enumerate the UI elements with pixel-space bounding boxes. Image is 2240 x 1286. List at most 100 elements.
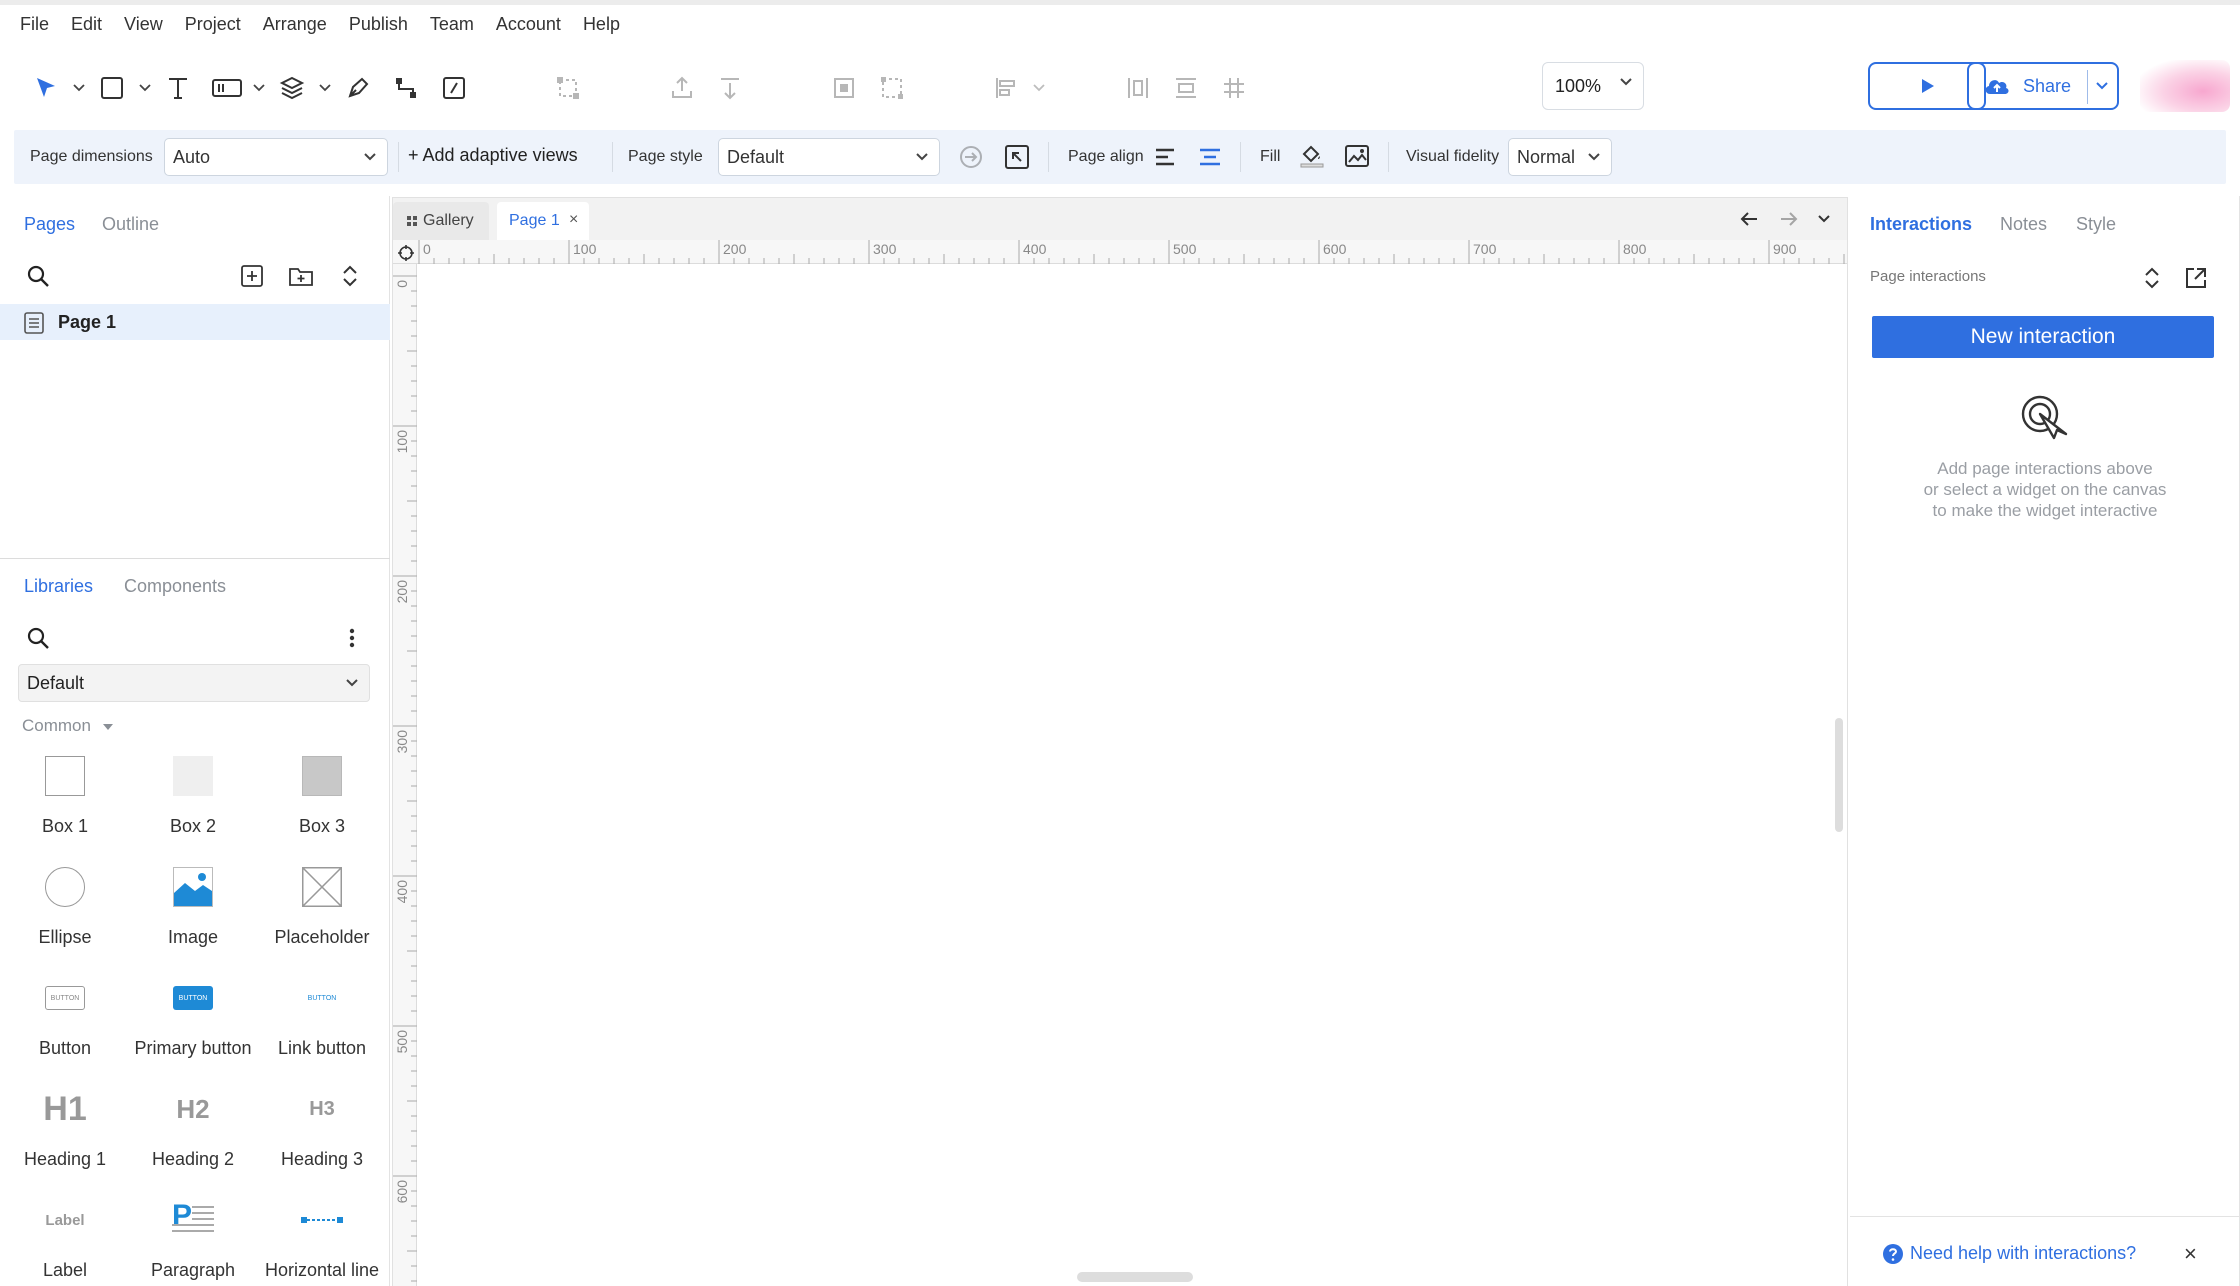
style-apply-icon[interactable] xyxy=(958,144,984,170)
menu-help[interactable]: Help xyxy=(583,14,620,35)
align-icon[interactable] xyxy=(990,72,1022,104)
library-select[interactable]: Default xyxy=(18,664,370,702)
distribute-horizontal-icon[interactable] xyxy=(1122,72,1154,104)
widget-heading-2[interactable]: H2 Heading 2 xyxy=(128,1079,258,1189)
widget-box-2[interactable]: Box 2 xyxy=(128,746,258,856)
tab-libraries[interactable]: Libraries xyxy=(24,576,93,597)
ruler-label: 600 xyxy=(394,1180,410,1204)
widget-link-button[interactable]: BUTTON Link button xyxy=(257,968,387,1078)
bring-forward-icon[interactable] xyxy=(666,72,698,104)
widget-horizontal-line[interactable]: Horizontal line xyxy=(257,1190,387,1286)
group-icon[interactable] xyxy=(828,72,860,104)
chevron-down-icon[interactable] xyxy=(1817,214,1831,224)
arrow-left-icon[interactable] xyxy=(1739,210,1759,228)
widget-heading-3[interactable]: H3 Heading 3 xyxy=(257,1079,387,1189)
menu-edit[interactable]: Edit xyxy=(71,14,102,35)
library-value: Default xyxy=(27,672,85,693)
hotspot-tool-icon[interactable] xyxy=(438,72,470,104)
fill-color-icon[interactable] xyxy=(1298,142,1326,170)
label-icon-text: Label xyxy=(45,1211,85,1229)
chevron-down-icon[interactable] xyxy=(2095,81,2109,91)
tab-gallery[interactable]: Gallery xyxy=(393,202,489,240)
widget-label-item[interactable]: Label Label xyxy=(0,1190,130,1286)
new-interaction-button[interactable]: New interaction xyxy=(1872,316,2214,358)
tab-page-1[interactable]: Page 1 × xyxy=(497,202,589,240)
expand-collapse-icon[interactable] xyxy=(340,264,360,288)
menu-publish[interactable]: Publish xyxy=(349,14,408,35)
widget-heading-1[interactable]: H1 Heading 1 xyxy=(0,1079,130,1189)
expand-collapse-icon[interactable] xyxy=(2142,266,2162,290)
widget-paragraph[interactable]: P Paragraph xyxy=(128,1190,258,1286)
chevron-down-icon[interactable] xyxy=(319,84,331,92)
transform-icon[interactable] xyxy=(552,72,584,104)
select-tool-icon[interactable] xyxy=(30,72,62,104)
heading-2-icon: H2 xyxy=(128,1079,258,1139)
placeholder-icon xyxy=(257,857,387,917)
tab-notes[interactable]: Notes xyxy=(2000,214,2047,235)
style-reset-icon[interactable] xyxy=(1004,144,1030,170)
menu-file[interactable]: File xyxy=(20,14,49,35)
widget-placeholder[interactable]: Placeholder xyxy=(257,857,387,967)
chevron-down-icon[interactable] xyxy=(1033,84,1045,92)
ungroup-icon[interactable] xyxy=(876,72,908,104)
widget-box-1[interactable]: Box 1 xyxy=(0,746,130,856)
share-button[interactable]: Share xyxy=(1967,62,2119,110)
page-style-select[interactable]: Default xyxy=(718,138,940,176)
text-tool-icon[interactable] xyxy=(162,72,194,104)
distribute-vertical-icon[interactable] xyxy=(1170,72,1202,104)
chevron-down-icon[interactable] xyxy=(73,84,85,92)
align-left-icon[interactable] xyxy=(1154,146,1178,168)
connector-tool-icon[interactable] xyxy=(390,72,422,104)
widget-button[interactable]: BUTTON Button xyxy=(0,968,130,1078)
more-options-icon[interactable] xyxy=(344,626,360,650)
help-link[interactable]: Need help with interactions? xyxy=(1910,1243,2136,1264)
widget-ellipse[interactable]: Ellipse xyxy=(0,857,130,967)
primary-button-icon: BUTTON xyxy=(128,968,258,1028)
zoom-select[interactable]: 100% xyxy=(1542,62,1644,110)
text-field-tool-icon[interactable] xyxy=(210,72,244,104)
open-external-icon[interactable] xyxy=(2184,266,2208,290)
tab-style[interactable]: Style xyxy=(2076,214,2116,235)
send-backward-icon[interactable] xyxy=(714,72,746,104)
ruler-origin-icon[interactable] xyxy=(397,244,415,262)
tab-pages[interactable]: Pages xyxy=(24,214,75,235)
visual-fidelity-select[interactable]: Normal xyxy=(1508,138,1612,176)
link-button-icon: BUTTON xyxy=(257,968,387,1028)
grid-icon[interactable] xyxy=(1218,72,1250,104)
tab-interactions[interactable]: Interactions xyxy=(1870,214,1972,235)
fill-image-icon[interactable] xyxy=(1344,143,1370,169)
pen-tool-icon[interactable] xyxy=(342,72,374,104)
chevron-down-icon[interactable] xyxy=(253,84,265,92)
close-icon[interactable]: × xyxy=(569,211,578,229)
menu-project[interactable]: Project xyxy=(185,14,241,35)
page-list-item[interactable]: Page 1 xyxy=(0,304,390,340)
widget-image[interactable]: Image xyxy=(128,857,258,967)
section-common[interactable]: Common xyxy=(22,716,91,736)
align-center-icon[interactable] xyxy=(1198,146,1222,168)
search-icon[interactable] xyxy=(26,264,50,288)
arrow-right-icon[interactable] xyxy=(1779,210,1799,228)
chevron-down-icon[interactable] xyxy=(139,84,151,92)
menu-team[interactable]: Team xyxy=(430,14,474,35)
tab-components[interactable]: Components xyxy=(124,576,226,597)
ruler-label: 600 xyxy=(1323,241,1347,257)
horizontal-scrollbar[interactable] xyxy=(1077,1272,1193,1282)
rectangle-tool-icon[interactable] xyxy=(96,72,128,104)
add-adaptive-views-button[interactable]: + Add adaptive views xyxy=(408,145,578,166)
add-page-icon[interactable] xyxy=(240,264,264,288)
menu-account[interactable]: Account xyxy=(496,14,561,35)
search-icon[interactable] xyxy=(26,626,50,650)
caret-down-icon[interactable] xyxy=(103,724,113,730)
layers-icon[interactable] xyxy=(276,72,308,104)
vertical-scrollbar[interactable] xyxy=(1835,718,1843,832)
menu-view[interactable]: View xyxy=(124,14,163,35)
widget-label: Horizontal line xyxy=(264,1260,380,1280)
widget-box-3[interactable]: Box 3 xyxy=(257,746,387,856)
tab-outline[interactable]: Outline xyxy=(102,214,159,235)
avatar[interactable] xyxy=(2140,60,2230,112)
close-icon[interactable]: × xyxy=(2184,1241,2197,1267)
add-folder-icon[interactable] xyxy=(288,264,314,288)
menu-arrange[interactable]: Arrange xyxy=(263,14,327,35)
page-dimensions-select[interactable]: Auto xyxy=(164,138,388,176)
widget-primary-button[interactable]: BUTTON Primary button xyxy=(128,968,258,1078)
